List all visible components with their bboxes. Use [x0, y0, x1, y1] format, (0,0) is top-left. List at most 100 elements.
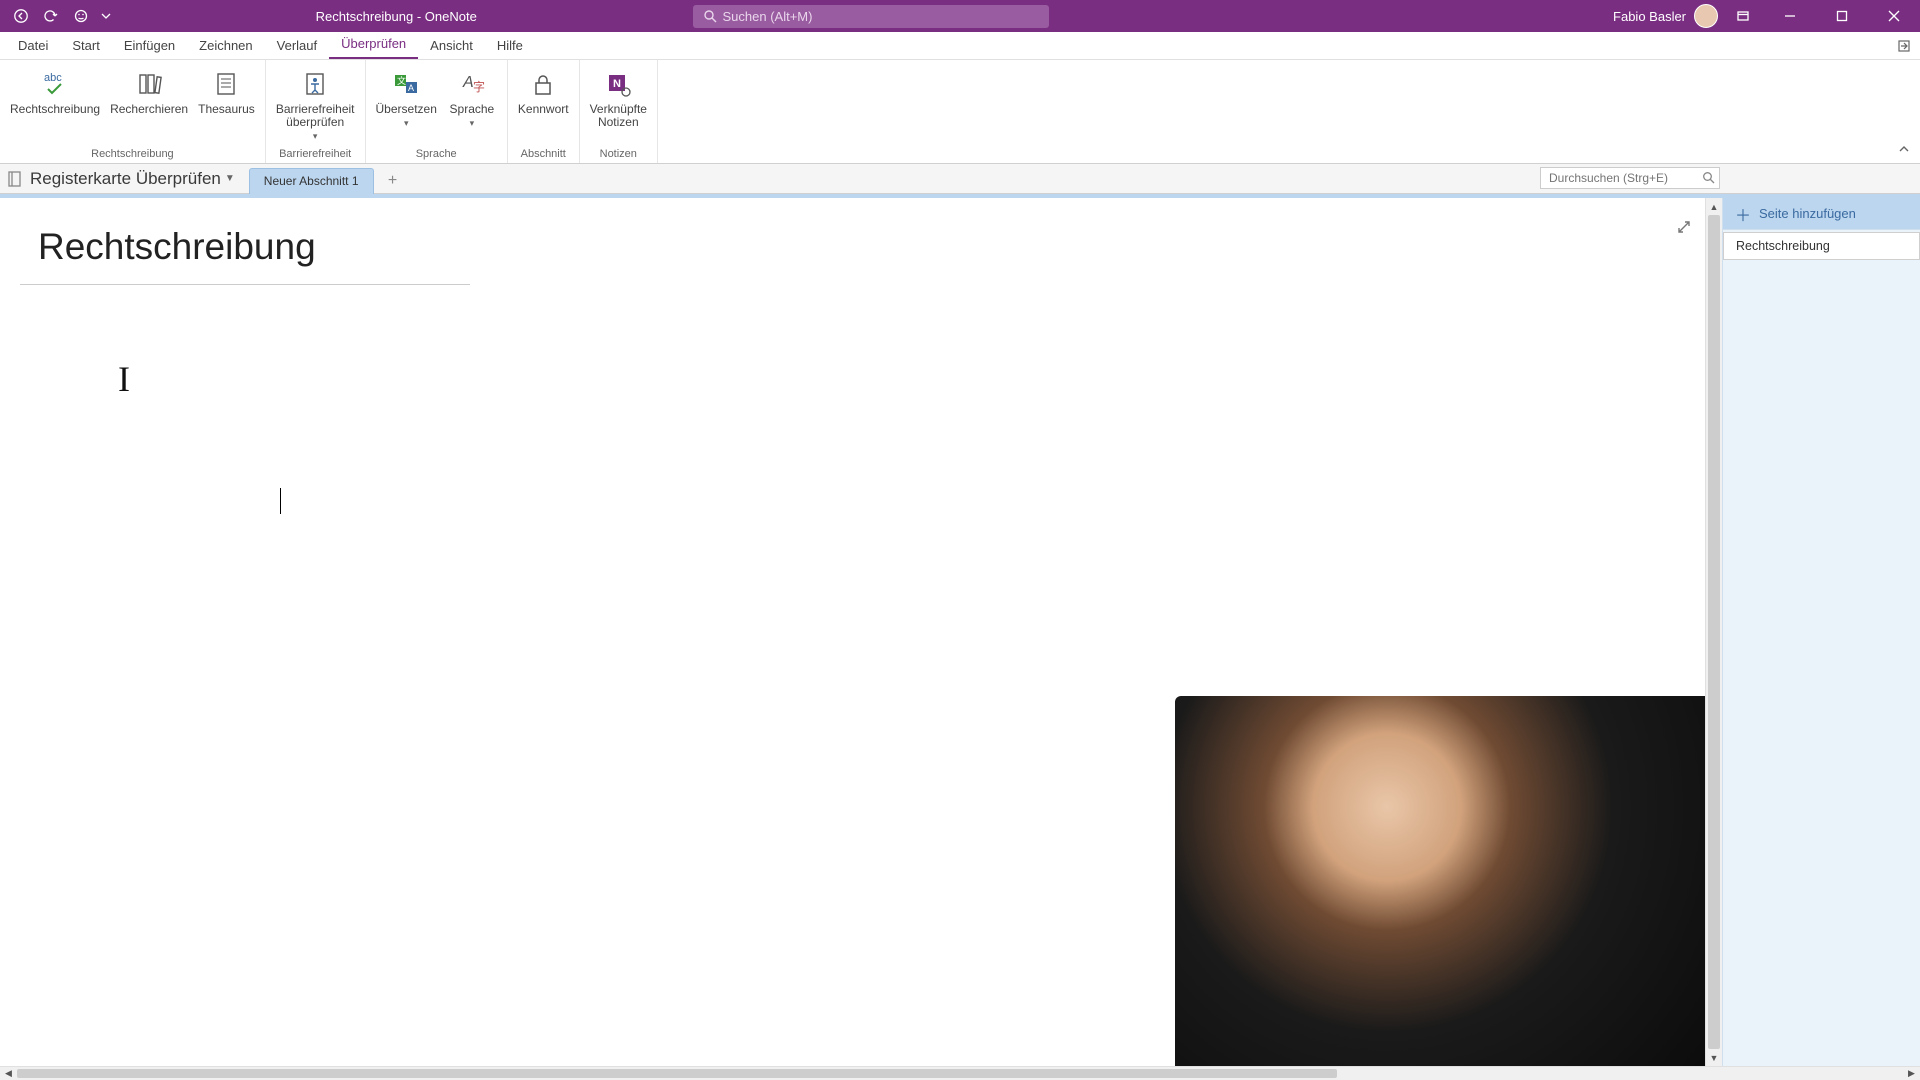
ribbon-group-notizen: N Verknüpfte Notizen Notizen: [580, 60, 658, 163]
tab-datei[interactable]: Datei: [6, 33, 60, 59]
window-title: Rechtschreibung - OneNote: [114, 9, 679, 24]
notebook-name[interactable]: Registerkarte Überprüfen: [30, 169, 221, 189]
notebook-dropdown[interactable]: ▼: [225, 173, 235, 184]
horizontal-scrollbar[interactable]: ◀ ▶: [0, 1066, 1920, 1080]
notebook-bar: Registerkarte Überprüfen ▼ Neuer Abschni…: [0, 164, 1920, 194]
übersetzen-button[interactable]: 文A Übersetzen ▾: [372, 64, 441, 131]
vertical-scrollbar[interactable]: ▲ ▼: [1705, 198, 1722, 1066]
add-page-button[interactable]: ＋ Seite hinzufügen: [1723, 198, 1920, 230]
ribbon-group-abschnitt: Kennwort Abschnitt: [508, 60, 580, 163]
group-label: Rechtschreibung: [6, 146, 259, 163]
scroll-right-arrow[interactable]: ▶: [1903, 1067, 1920, 1080]
button-label: Rechtschreibung: [10, 103, 100, 116]
ribbon-display-options[interactable]: [1726, 0, 1760, 32]
add-page-label: Seite hinzufügen: [1759, 206, 1856, 221]
books-icon: [133, 68, 165, 100]
button-label: Recherchieren: [110, 103, 188, 116]
button-label: Sprache: [450, 103, 495, 116]
section-tab-label: Neuer Abschnitt 1: [264, 174, 359, 188]
tab-zeichnen[interactable]: Zeichnen: [187, 33, 264, 59]
group-label: Barrierefreiheit: [272, 146, 359, 163]
text-caret: [280, 488, 281, 514]
ribbon-group-rechtschreibung: abc Rechtschreibung Recherchieren Thesaurus…: [0, 60, 266, 163]
main-area: I ▲ ▼ ＋ Seite hinzufügen Rechtschreibung: [0, 198, 1920, 1066]
page-title-input[interactable]: [38, 226, 468, 268]
page-list-panel: ＋ Seite hinzufügen Rechtschreibung: [1722, 198, 1920, 1066]
scroll-track[interactable]: [1706, 215, 1722, 1049]
scroll-up-arrow[interactable]: ▲: [1706, 198, 1722, 215]
expand-page-button[interactable]: [1673, 216, 1695, 238]
scroll-track[interactable]: [17, 1067, 1903, 1080]
page-body-text[interactable]: I: [118, 358, 130, 400]
note-canvas[interactable]: I: [0, 198, 1705, 1066]
section-tab[interactable]: Neuer Abschnitt 1: [249, 168, 374, 194]
button-label: Übersetzen: [376, 103, 437, 116]
lock-icon: [527, 68, 559, 100]
thesaurus-icon: [210, 68, 242, 100]
ribbon-tabs: DateiStartEinfügenZeichnenVerlaufÜberprü…: [0, 32, 1920, 60]
chevron-down-icon: ▾: [404, 118, 409, 129]
avatar[interactable]: [1694, 4, 1718, 28]
tab-ansicht[interactable]: Ansicht: [418, 33, 485, 59]
notebook-search-input[interactable]: [1540, 167, 1720, 189]
chevron-down-icon: ▾: [470, 118, 475, 129]
tab-einfügen[interactable]: Einfügen: [112, 33, 187, 59]
webcam-overlay: [1175, 696, 1705, 1066]
share-button[interactable]: [1894, 36, 1914, 56]
sprache-button[interactable]: A字 Sprache ▾: [443, 64, 501, 131]
chevron-down-icon: ▾: [313, 131, 318, 142]
qat-customize-button[interactable]: [98, 3, 114, 29]
page-list-item[interactable]: Rechtschreibung: [1723, 232, 1920, 260]
title-bar: Rechtschreibung - OneNote Fabio Basler: [0, 0, 1920, 32]
scroll-thumb[interactable]: [1708, 215, 1720, 1049]
ribbon-group-sprache: 文AÜbersetzen▾A字Sprache▾Sprache: [366, 60, 508, 163]
maximize-button[interactable]: [1820, 0, 1864, 32]
notebook-icon: [6, 170, 24, 188]
button-label: Barrierefreiheit überprüfen: [276, 103, 355, 129]
button-label: Thesaurus: [198, 103, 255, 116]
rechtschreibung-button[interactable]: abc Rechtschreibung: [6, 64, 104, 118]
ribbon: abc Rechtschreibung Recherchieren Thesaurus…: [0, 60, 1920, 164]
translate-icon: 文A: [390, 68, 422, 100]
tab-verlauf[interactable]: Verlauf: [265, 33, 329, 59]
user-name[interactable]: Fabio Basler: [1613, 9, 1686, 24]
search-input[interactable]: [693, 5, 1049, 28]
ribbon-group-barrierefreiheit: Barrierefreiheit überprüfen▾Barrierefrei…: [266, 60, 366, 163]
button-label: Kennwort: [518, 103, 569, 116]
search-container: [679, 5, 1049, 28]
minimize-button[interactable]: [1768, 0, 1812, 32]
onenote-link-icon: N: [602, 68, 634, 100]
group-label: Abschnitt: [514, 146, 573, 163]
recherchieren-button[interactable]: Recherchieren: [106, 64, 192, 118]
add-section-button[interactable]: +: [380, 168, 406, 194]
button-label: Verknüpfte Notizen: [590, 103, 647, 129]
svg-text:abc: abc: [44, 72, 62, 84]
undo-button[interactable]: [38, 3, 64, 29]
thesaurus-button[interactable]: Thesaurus: [194, 64, 259, 118]
scroll-thumb[interactable]: [17, 1069, 1337, 1078]
abc-check-icon: abc: [39, 68, 71, 100]
collapse-ribbon-button[interactable]: [1894, 139, 1914, 159]
svg-text:A: A: [462, 74, 474, 91]
group-label: Sprache: [372, 146, 501, 163]
verknüpfte-button[interactable]: N Verknüpfte Notizen: [586, 64, 651, 131]
tab-überprüfen[interactable]: Überprüfen: [329, 31, 418, 59]
touch-mode-button[interactable]: [68, 3, 94, 29]
tab-hilfe[interactable]: Hilfe: [485, 33, 535, 59]
language-icon: A字: [456, 68, 488, 100]
back-button[interactable]: [8, 3, 34, 29]
svg-text:文: 文: [397, 75, 406, 86]
title-underline: [20, 284, 470, 285]
quick-access-toolbar: [0, 3, 114, 29]
svg-text:N: N: [613, 78, 621, 90]
scroll-down-arrow[interactable]: ▼: [1706, 1049, 1722, 1066]
close-button[interactable]: [1872, 0, 1916, 32]
kennwort-button[interactable]: Kennwort: [514, 64, 573, 118]
group-label: Notizen: [586, 146, 651, 163]
barrierefreiheit-button[interactable]: Barrierefreiheit überprüfen ▾: [272, 64, 359, 144]
plus-icon: ＋: [1735, 202, 1751, 226]
scroll-left-arrow[interactable]: ◀: [0, 1067, 17, 1080]
accessibility-icon: [299, 68, 331, 100]
tab-start[interactable]: Start: [60, 33, 111, 59]
svg-text:A: A: [408, 83, 414, 93]
